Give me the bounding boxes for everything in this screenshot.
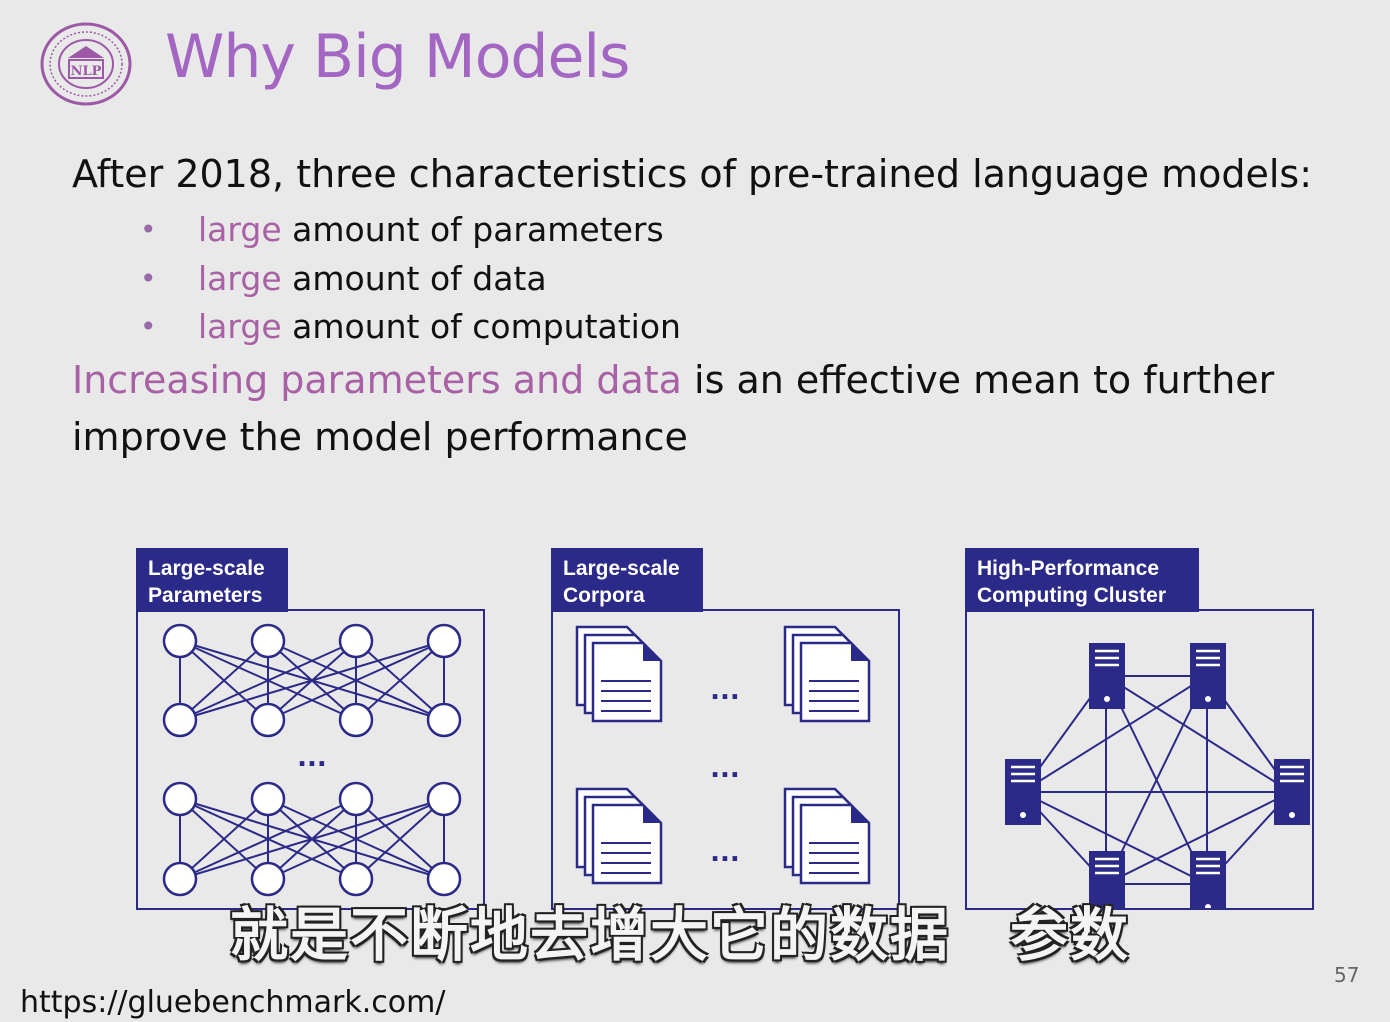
network-node <box>162 861 198 897</box>
panel-label: Large-scale Corpora <box>551 548 703 612</box>
intro-text: After 2018, three characteristics of pre… <box>72 152 1313 196</box>
network-node <box>250 702 286 738</box>
panel-frame <box>965 609 1314 917</box>
network-node <box>162 702 198 738</box>
neural-network-icon: ... <box>162 623 462 897</box>
server-icon <box>1005 643 1310 917</box>
document-fold <box>851 805 869 823</box>
slide-title: Why Big Models <box>165 22 630 92</box>
network-node <box>338 702 374 738</box>
ellipsis-text: ... <box>710 676 740 706</box>
bullet-icon: • <box>140 213 157 246</box>
document-fold <box>851 643 869 661</box>
document-fold <box>643 805 661 823</box>
conclusion-paragraph: Increasing parameters and data is an eff… <box>72 358 1275 459</box>
bullet-icon: • <box>140 310 157 343</box>
list-item: • large amount of computation <box>140 303 681 352</box>
logo-text: NLP <box>71 64 102 79</box>
network-node <box>250 781 286 817</box>
ellipsis-text: ... <box>710 754 740 784</box>
list-item: • large amount of parameters <box>140 206 681 255</box>
video-subtitle: 就是不断地去增大它的数据 参数 <box>230 901 1131 969</box>
panel-frame: ......... <box>551 609 900 910</box>
document-fold <box>643 643 661 661</box>
page-number: 57 <box>1334 963 1360 987</box>
network-node <box>162 781 198 817</box>
network-node <box>426 781 462 817</box>
panel-label: High-Performance Computing Cluster <box>965 548 1199 612</box>
source-link[interactable]: https://gluebenchmark.com/ <box>20 985 445 1020</box>
panel-frame: ... <box>136 609 485 910</box>
ellipsis-text: ... <box>710 838 740 868</box>
network-node <box>338 623 374 659</box>
document-stack-icon: ......... <box>575 625 871 885</box>
server-light <box>1289 812 1295 818</box>
server-light <box>1205 696 1211 702</box>
network-node <box>162 623 198 659</box>
network-node <box>338 781 374 817</box>
ellipsis-text: ... <box>297 743 327 773</box>
list-item: • large amount of data <box>140 255 681 304</box>
server-light <box>1020 812 1026 818</box>
network-node <box>426 702 462 738</box>
panel-label: Large-scale Parameters <box>136 548 288 612</box>
university-seal-icon: NLP <box>40 22 132 106</box>
network-node <box>250 623 286 659</box>
server-light <box>1104 696 1110 702</box>
characteristics-list: • large amount of parameters • large amoun… <box>140 206 681 352</box>
bullet-icon: • <box>140 261 157 295</box>
network-node <box>426 623 462 659</box>
